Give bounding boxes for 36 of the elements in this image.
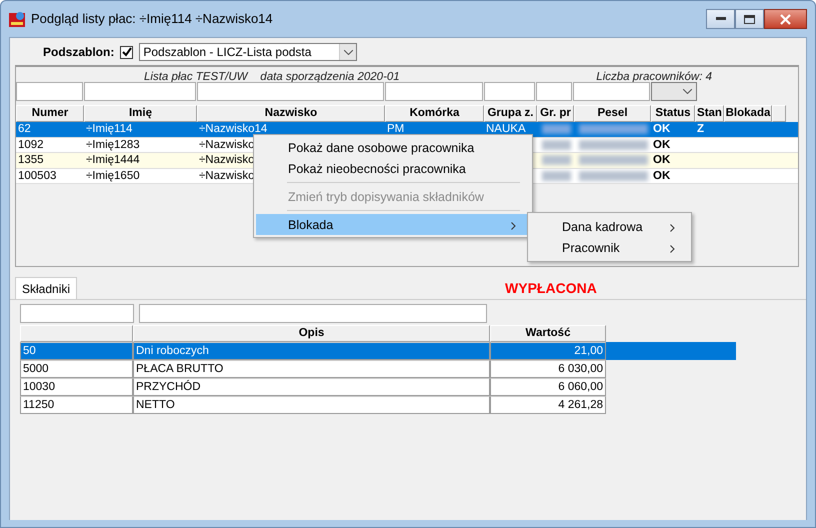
table-cell: OK: [653, 123, 670, 135]
table-cell: NAUKA: [486, 123, 526, 135]
grid-caption: Lista płac TEST/UW data sporządzenia 2020-01: [144, 70, 400, 81]
table-cell: 11250: [20, 396, 133, 414]
table-cell: ÷Imię1283: [86, 138, 140, 150]
table-cell: PRZYCHÓD: [133, 378, 490, 396]
table-cell: 1092: [18, 138, 44, 150]
table-cell: 6 060,00: [490, 378, 606, 396]
table-cell: 1355: [18, 154, 44, 166]
employee-count: Liczba pracowników: 4: [596, 70, 712, 81]
table-cell: ÷Imię114: [86, 123, 132, 135]
table-cell: ÷Imię1650: [86, 170, 140, 182]
table-cell: 50: [20, 342, 133, 360]
table-cell: OK: [653, 138, 670, 150]
table-cell: 21,00: [490, 342, 606, 360]
status-label: WYPŁACONA: [505, 278, 597, 298]
table-cell: Z: [697, 123, 704, 135]
window-title: Podgląd listy płac: ÷Imię114 ÷Nazwisko14: [31, 10, 273, 28]
table-cell: OK: [653, 170, 670, 182]
table-cell: PM: [387, 123, 404, 135]
table-cell: Dni roboczych: [133, 342, 490, 360]
table-cell: NETTO: [133, 396, 490, 414]
table-cell: 4 261,28: [490, 396, 606, 414]
table-cell: 62: [18, 123, 31, 135]
table-cell: ÷Imię1444: [86, 154, 140, 166]
table-cell: 10030: [20, 378, 133, 396]
table-cell: ÷Nazwisko: [199, 170, 255, 182]
table-cell: 100503: [18, 170, 56, 182]
table-cell: 6 030,00: [490, 360, 606, 378]
table-cell: PŁACA BRUTTO: [133, 360, 490, 378]
table-cell: OK: [653, 154, 670, 166]
table-cell: ÷Nazwisko14: [199, 123, 268, 135]
table-cell: ÷Nazwisko: [199, 154, 255, 166]
table-cell: 5000: [20, 360, 133, 378]
field-label: Podszablon:: [43, 44, 114, 61]
table-cell: ÷Nazwisko: [199, 138, 255, 150]
